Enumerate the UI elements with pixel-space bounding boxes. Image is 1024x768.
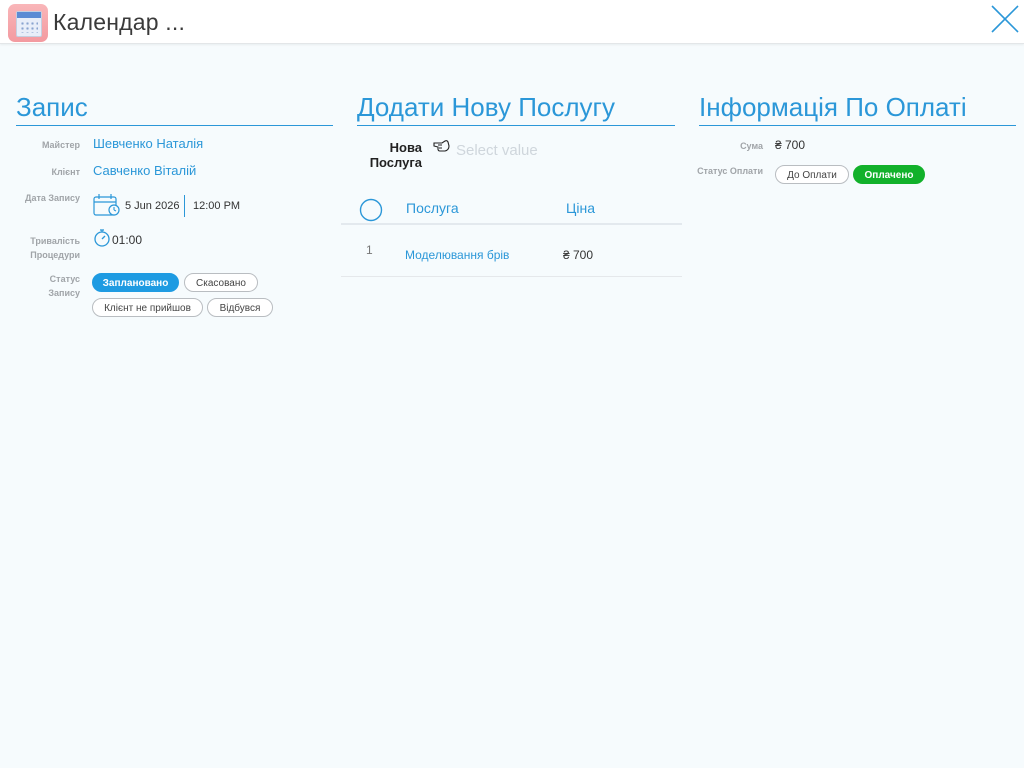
- payment-status-label: Статус Оплати: [697, 166, 763, 176]
- services-section: Додати Нову Послугу: [357, 92, 675, 126]
- row-service-price: ₴ 700: [563, 248, 594, 262]
- close-icon[interactable]: [990, 4, 1020, 34]
- calendar-icon[interactable]: [93, 193, 121, 222]
- row-index: 1: [366, 243, 373, 257]
- title-bar: Календар ...: [0, 0, 1024, 44]
- client-label: Клієнт: [51, 167, 80, 177]
- duration-value[interactable]: 01:00: [112, 233, 142, 247]
- appointment-section: Запис: [16, 92, 333, 126]
- payment-paid-button[interactable]: Оплачено: [853, 165, 925, 184]
- date-label: Дата Запису: [25, 193, 80, 203]
- services-heading: Додати Нову Послугу: [357, 92, 675, 126]
- status-cancelled-button[interactable]: Скасовано: [184, 273, 258, 292]
- pointing-hand-icon: [433, 139, 451, 158]
- date-time-divider: [184, 195, 185, 217]
- new-service-select[interactable]: Select value: [456, 142, 538, 159]
- master-link[interactable]: Шевченко Наталія: [93, 136, 203, 151]
- master-label: Майстер: [41, 140, 80, 150]
- payment-heading: Інформація По Оплаті: [699, 92, 1016, 126]
- new-service-label: Нова Послуга: [369, 140, 422, 170]
- appointment-heading: Запис: [16, 92, 333, 126]
- client-link[interactable]: Савченко Віталій: [93, 163, 196, 178]
- time-value[interactable]: 12:00 PM: [193, 200, 240, 212]
- table-header-divider: [341, 223, 682, 225]
- payment-due-button[interactable]: До Оплати: [775, 165, 849, 184]
- window-title: Календар ...: [53, 9, 186, 35]
- date-value[interactable]: 5 Jun 2026: [125, 200, 179, 212]
- status-planned-button[interactable]: Заплановано: [92, 273, 179, 292]
- payment-section: Інформація По Оплаті: [699, 92, 1016, 126]
- status-done-button[interactable]: Відбувся: [207, 298, 273, 317]
- row-service-name[interactable]: Моделювання брів: [405, 248, 509, 262]
- sum-value: ₴ 700: [775, 138, 806, 152]
- sum-label: Сума: [740, 141, 763, 151]
- table-row-divider: [341, 276, 682, 277]
- calendar-app-icon: [8, 4, 48, 42]
- duration-label: Тривалість Процедури: [30, 236, 80, 260]
- column-header-service: Послуга: [406, 200, 459, 216]
- status-no-show-button[interactable]: Клієнт не прийшов: [92, 298, 203, 317]
- stopwatch-icon: [93, 228, 111, 253]
- status-label: Статус Запису: [48, 274, 80, 298]
- column-header-price: Ціна: [566, 200, 595, 216]
